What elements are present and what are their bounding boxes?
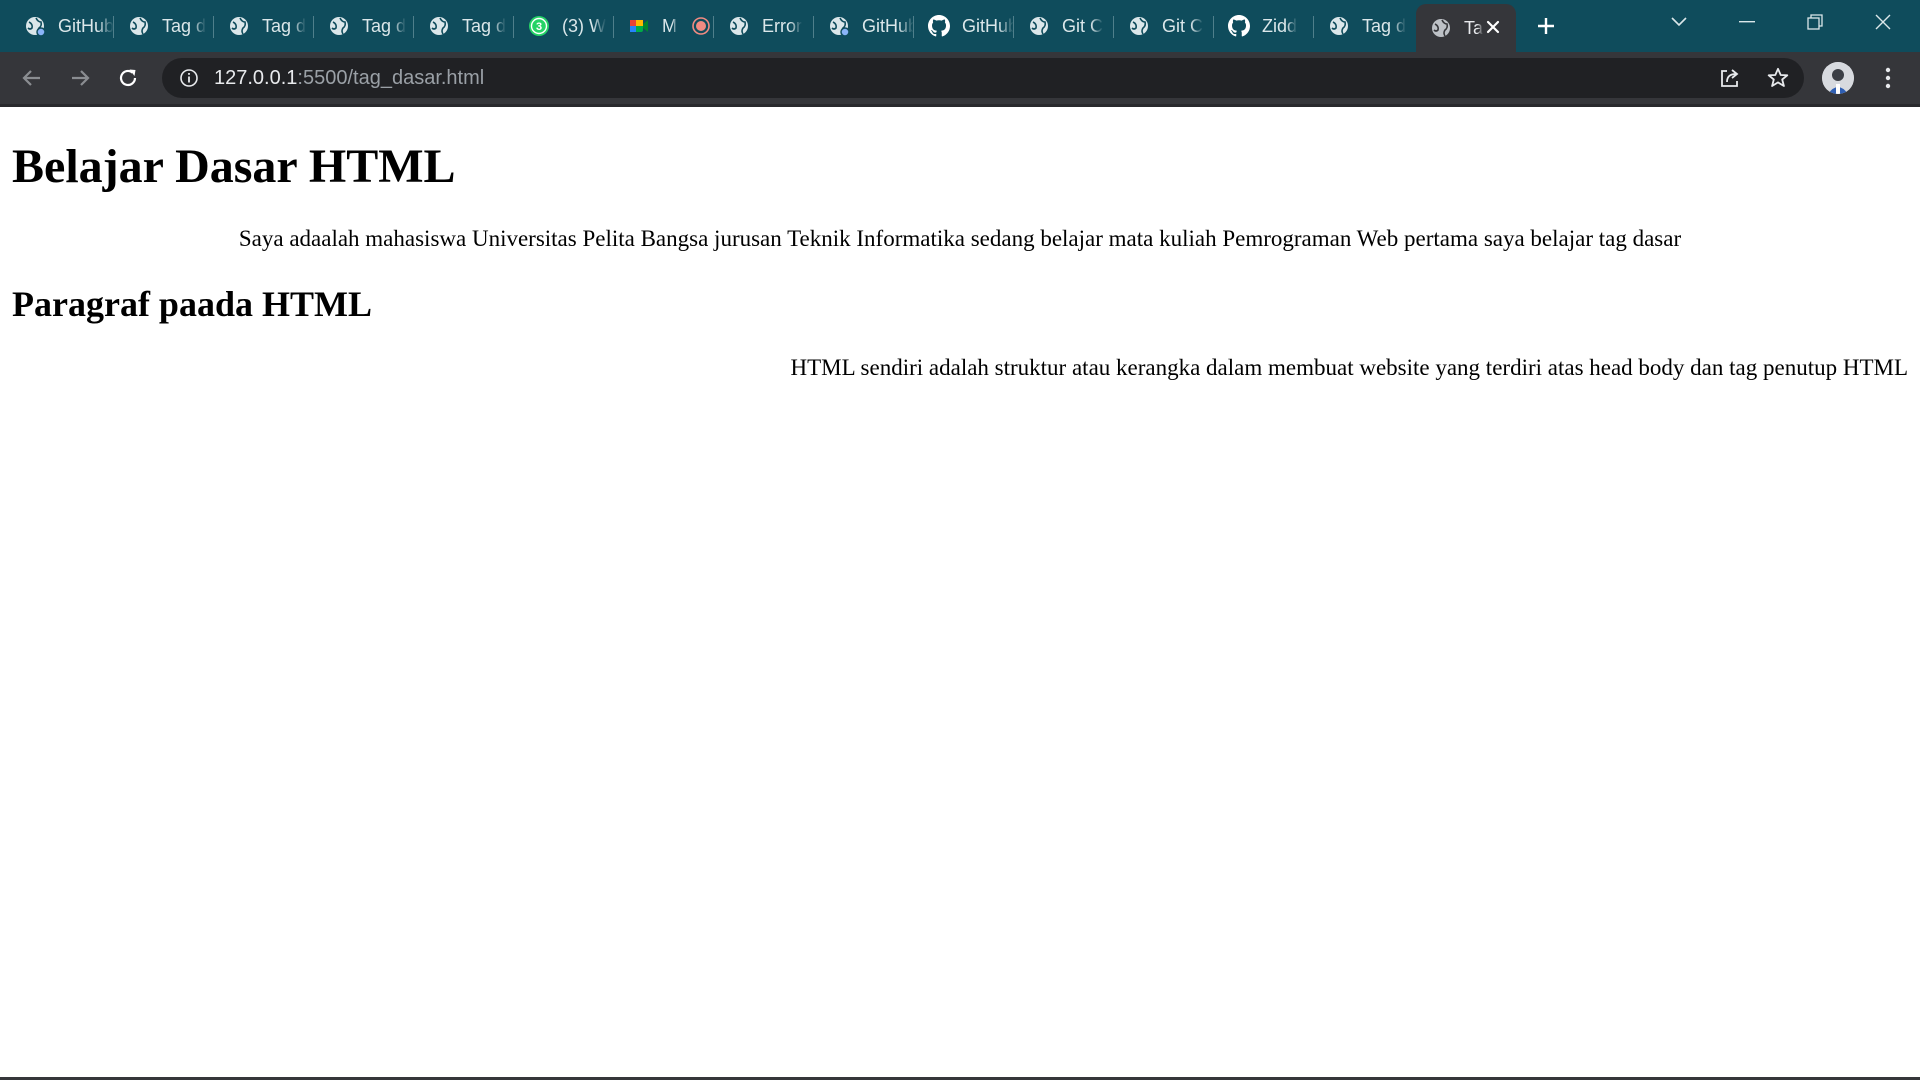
reload-icon — [119, 69, 137, 87]
section-heading: Paragraf paada HTML — [12, 284, 372, 324]
tab-title: Ta — [1464, 17, 1484, 38]
minimize-button[interactable] — [1716, 0, 1778, 44]
browser-window: GitHub Tag d Tag d Tag d Tag d 3 (3) W M… — [0, 0, 1920, 1080]
close-window-button[interactable] — [1852, 0, 1914, 44]
back-button[interactable] — [14, 60, 50, 96]
address-bar[interactable]: 127.0.0.1:5500/tag_dasar.html — [162, 58, 1804, 98]
url-text[interactable]: 127.0.0.1:5500/tag_dasar.html — [214, 67, 484, 89]
tab-title: Tag d — [462, 15, 507, 36]
tab-active[interactable]: Ta — [1416, 4, 1516, 52]
tab-title: (3) W — [562, 15, 606, 36]
page-heading: Belajar Dasar HTML — [12, 140, 456, 193]
globe-icon — [428, 15, 450, 37]
reload-button[interactable] — [110, 60, 146, 96]
avatar[interactable] — [1822, 62, 1854, 94]
tab[interactable]: Tag d — [1314, 7, 1414, 45]
whatsapp-icon: 3 — [528, 15, 550, 37]
minimize-icon — [1739, 21, 1755, 23]
tab-title: Git C — [1162, 15, 1204, 36]
tab-title: Git C — [1062, 15, 1104, 36]
tab[interactable]: Zidd — [1214, 7, 1314, 45]
tab[interactable]: Tag d — [414, 7, 514, 45]
tab[interactable]: GitHub — [10, 7, 114, 45]
info-icon[interactable] — [178, 67, 200, 89]
close-icon — [1875, 14, 1891, 30]
tab-title: Error — [762, 15, 802, 36]
tab[interactable]: GitHub — [914, 7, 1014, 45]
centered-paragraph: Saya adaalah mahasiswa Universitas Pelit… — [238, 226, 1682, 251]
forward-button[interactable] — [62, 60, 98, 96]
right-aligned-paragraph: HTML sendiri adalah struktur atau kerang… — [790, 355, 1909, 380]
globe-icon — [24, 15, 46, 37]
url-host: 127.0.0.1 — [214, 67, 298, 89]
star-icon[interactable] — [1766, 66, 1790, 90]
tab-title: GitHub — [58, 15, 114, 36]
more-menu-button[interactable] — [1874, 62, 1902, 94]
tab-search-button[interactable] — [1648, 0, 1710, 44]
tab-title: GitHub — [962, 15, 1014, 36]
page-content: Belajar Dasar HTML Saya adaalah mahasisw… — [0, 107, 1920, 1075]
new-tab-button[interactable] — [1530, 12, 1562, 40]
tab-strip: GitHub Tag d Tag d Tag d Tag d 3 (3) W M… — [0, 0, 1920, 52]
tab[interactable]: 3 (3) W — [514, 7, 614, 45]
tab-title: M — [662, 15, 677, 36]
plus-icon — [1538, 18, 1554, 34]
chevron-down-icon — [1671, 17, 1687, 27]
meet-icon — [628, 15, 650, 37]
tab-title: Tag d — [362, 15, 407, 36]
globe-icon — [1328, 15, 1350, 37]
globe-icon — [1128, 15, 1150, 37]
github-icon — [1228, 15, 1250, 37]
globe-icon — [128, 15, 150, 37]
globe-icon — [1430, 17, 1452, 39]
arrow-left-icon — [22, 70, 40, 86]
tab-title: Tag d — [262, 15, 307, 36]
restore-button[interactable] — [1784, 0, 1846, 44]
tab[interactable]: Tag d — [214, 7, 314, 45]
more-vert-icon — [1885, 67, 1891, 89]
tab-title: Tag d — [162, 15, 207, 36]
github-icon — [928, 15, 950, 37]
svg-text:3: 3 — [536, 21, 542, 33]
globe-icon — [828, 15, 850, 37]
globe-icon — [1028, 15, 1050, 37]
tab[interactable]: M — [614, 7, 714, 45]
tab[interactable]: GitHub — [814, 7, 914, 45]
tab[interactable]: Tag d — [314, 7, 414, 45]
tab[interactable]: Git C — [1014, 7, 1114, 45]
tab[interactable]: Git C — [1114, 7, 1214, 45]
tab-title: Tag d — [1362, 15, 1407, 36]
tab-title: GitHub — [862, 15, 914, 36]
globe-icon — [228, 15, 250, 37]
share-icon[interactable] — [1718, 66, 1742, 90]
recording-icon — [691, 16, 711, 36]
globe-icon — [328, 15, 350, 37]
tab[interactable]: Error — [714, 7, 814, 45]
tab-title: Zidd — [1262, 15, 1298, 36]
browser-toolbar: 127.0.0.1:5500/tag_dasar.html — [0, 52, 1920, 104]
url-path: :5500/tag_dasar.html — [297, 67, 485, 89]
arrow-right-icon — [72, 70, 90, 86]
globe-icon — [728, 15, 750, 37]
restore-icon — [1807, 14, 1823, 30]
close-icon[interactable] — [1482, 16, 1504, 38]
tab[interactable]: Tag d — [114, 7, 214, 45]
